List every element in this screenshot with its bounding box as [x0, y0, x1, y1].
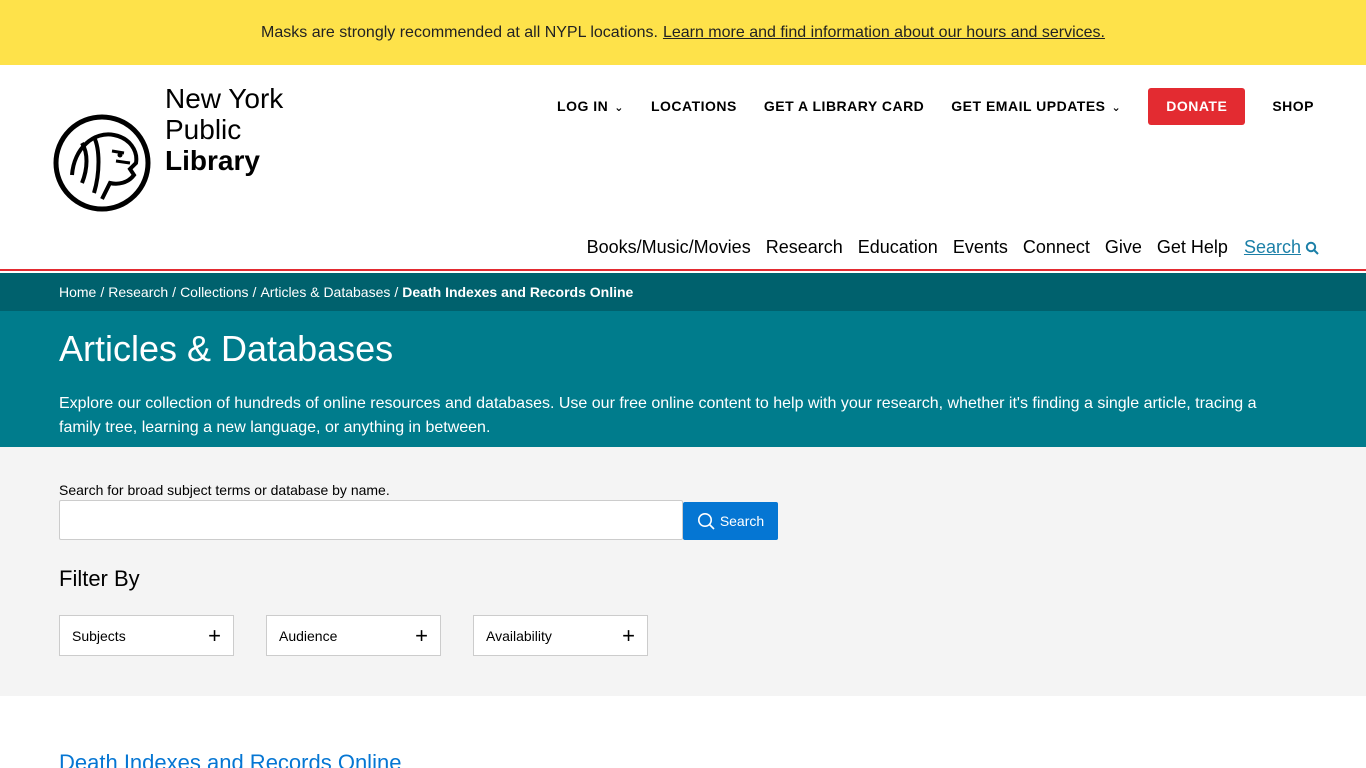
search-label: Search for broad subject terms or databa…	[59, 482, 390, 498]
search-icon	[697, 513, 715, 530]
breadcrumb-home[interactable]: Home	[59, 284, 96, 300]
locations-link[interactable]: LOCATIONS	[651, 98, 737, 114]
shop-link[interactable]: SHOP	[1272, 98, 1314, 114]
login-menu[interactable]: LOG IN ⌄	[557, 98, 624, 114]
logo-line-1: New York	[165, 83, 284, 114]
breadcrumb-research[interactable]: Research	[108, 284, 168, 300]
breadcrumb-articles-databases[interactable]: Articles & Databases	[260, 284, 390, 300]
logo-line-2: Public	[165, 114, 242, 145]
alert-text: Masks are strongly recommended at all NY…	[261, 23, 658, 41]
nav-item-give[interactable]: Give	[1105, 237, 1142, 258]
breadcrumb-separator: /	[394, 284, 399, 300]
nav-item-get-help[interactable]: Get Help	[1157, 237, 1228, 258]
utility-nav: LOG IN ⌄ LOCATIONS GET A LIBRARY CARD GE…	[530, 87, 1314, 125]
alert-link[interactable]: Learn more and find information about ou…	[663, 24, 1105, 42]
search-input[interactable]	[59, 500, 683, 540]
email-updates-label: GET EMAIL UPDATES	[951, 98, 1106, 114]
plus-icon: +	[415, 622, 428, 648]
main-nav: Books/Music/Movies Research Education Ev…	[572, 237, 1319, 258]
page-title: Articles & Databases	[59, 328, 394, 369]
plus-icon: +	[622, 622, 635, 648]
nav-item-books-music-movies[interactable]: Books/Music/Movies	[587, 237, 751, 258]
filter-audience[interactable]: Audience +	[266, 615, 441, 656]
logo-wordmark: New York Public Library	[165, 83, 283, 176]
nypl-logo[interactable]: New York Public Library	[52, 83, 292, 213]
breadcrumb-collections[interactable]: Collections	[180, 284, 248, 300]
page-description: Explore our collection of hundreds of on…	[59, 395, 1257, 436]
chevron-down-icon: ⌄	[1111, 101, 1122, 114]
alert-banner: Masks are strongly recommended at all NY…	[0, 0, 1366, 65]
search-panel: Search for broad subject terms or databa…	[0, 447, 1366, 696]
login-label: LOG IN	[557, 98, 609, 114]
search-button-label: Search	[719, 513, 765, 529]
site-header: New York Public Library LOG IN ⌄ LOCATIO…	[0, 65, 1366, 271]
nav-item-research[interactable]: Research	[766, 237, 843, 258]
logo-line-3: Library	[165, 145, 260, 176]
breadcrumb-separator: /	[172, 284, 177, 300]
filter-label: Audience	[279, 627, 338, 644]
breadcrumb: Home / Research / Collections / Articles…	[0, 273, 1366, 311]
nav-item-education[interactable]: Education	[858, 237, 938, 258]
lion-icon	[53, 114, 151, 212]
nav-search-label: Search	[1243, 237, 1301, 257]
nav-item-connect[interactable]: Connect	[1023, 237, 1090, 258]
search-button[interactable]: Search	[683, 502, 778, 540]
library-card-link[interactable]: GET A LIBRARY CARD	[764, 98, 924, 114]
breadcrumb-separator: /	[100, 284, 105, 300]
plus-icon: +	[208, 622, 221, 648]
donate-button[interactable]: DONATE	[1148, 87, 1246, 125]
filter-subjects[interactable]: Subjects +	[59, 615, 234, 656]
breadcrumb-separator: /	[252, 284, 257, 300]
filter-heading: Filter By	[59, 566, 140, 591]
result-title-link[interactable]: Death Indexes and Records Online	[59, 750, 401, 768]
filter-availability[interactable]: Availability +	[473, 615, 648, 656]
nav-search-link[interactable]: Search	[1244, 237, 1319, 258]
breadcrumb-current: Death Indexes and Records Online	[402, 284, 634, 300]
filter-label: Subjects	[72, 627, 126, 644]
hero-section: Articles & Databases Explore our collect…	[0, 311, 1366, 447]
filter-label: Availability	[486, 627, 552, 644]
search-icon	[1305, 241, 1319, 255]
nav-item-events[interactable]: Events	[953, 237, 1008, 258]
email-updates-menu[interactable]: GET EMAIL UPDATES ⌄	[951, 98, 1121, 114]
chevron-down-icon: ⌄	[614, 101, 624, 114]
